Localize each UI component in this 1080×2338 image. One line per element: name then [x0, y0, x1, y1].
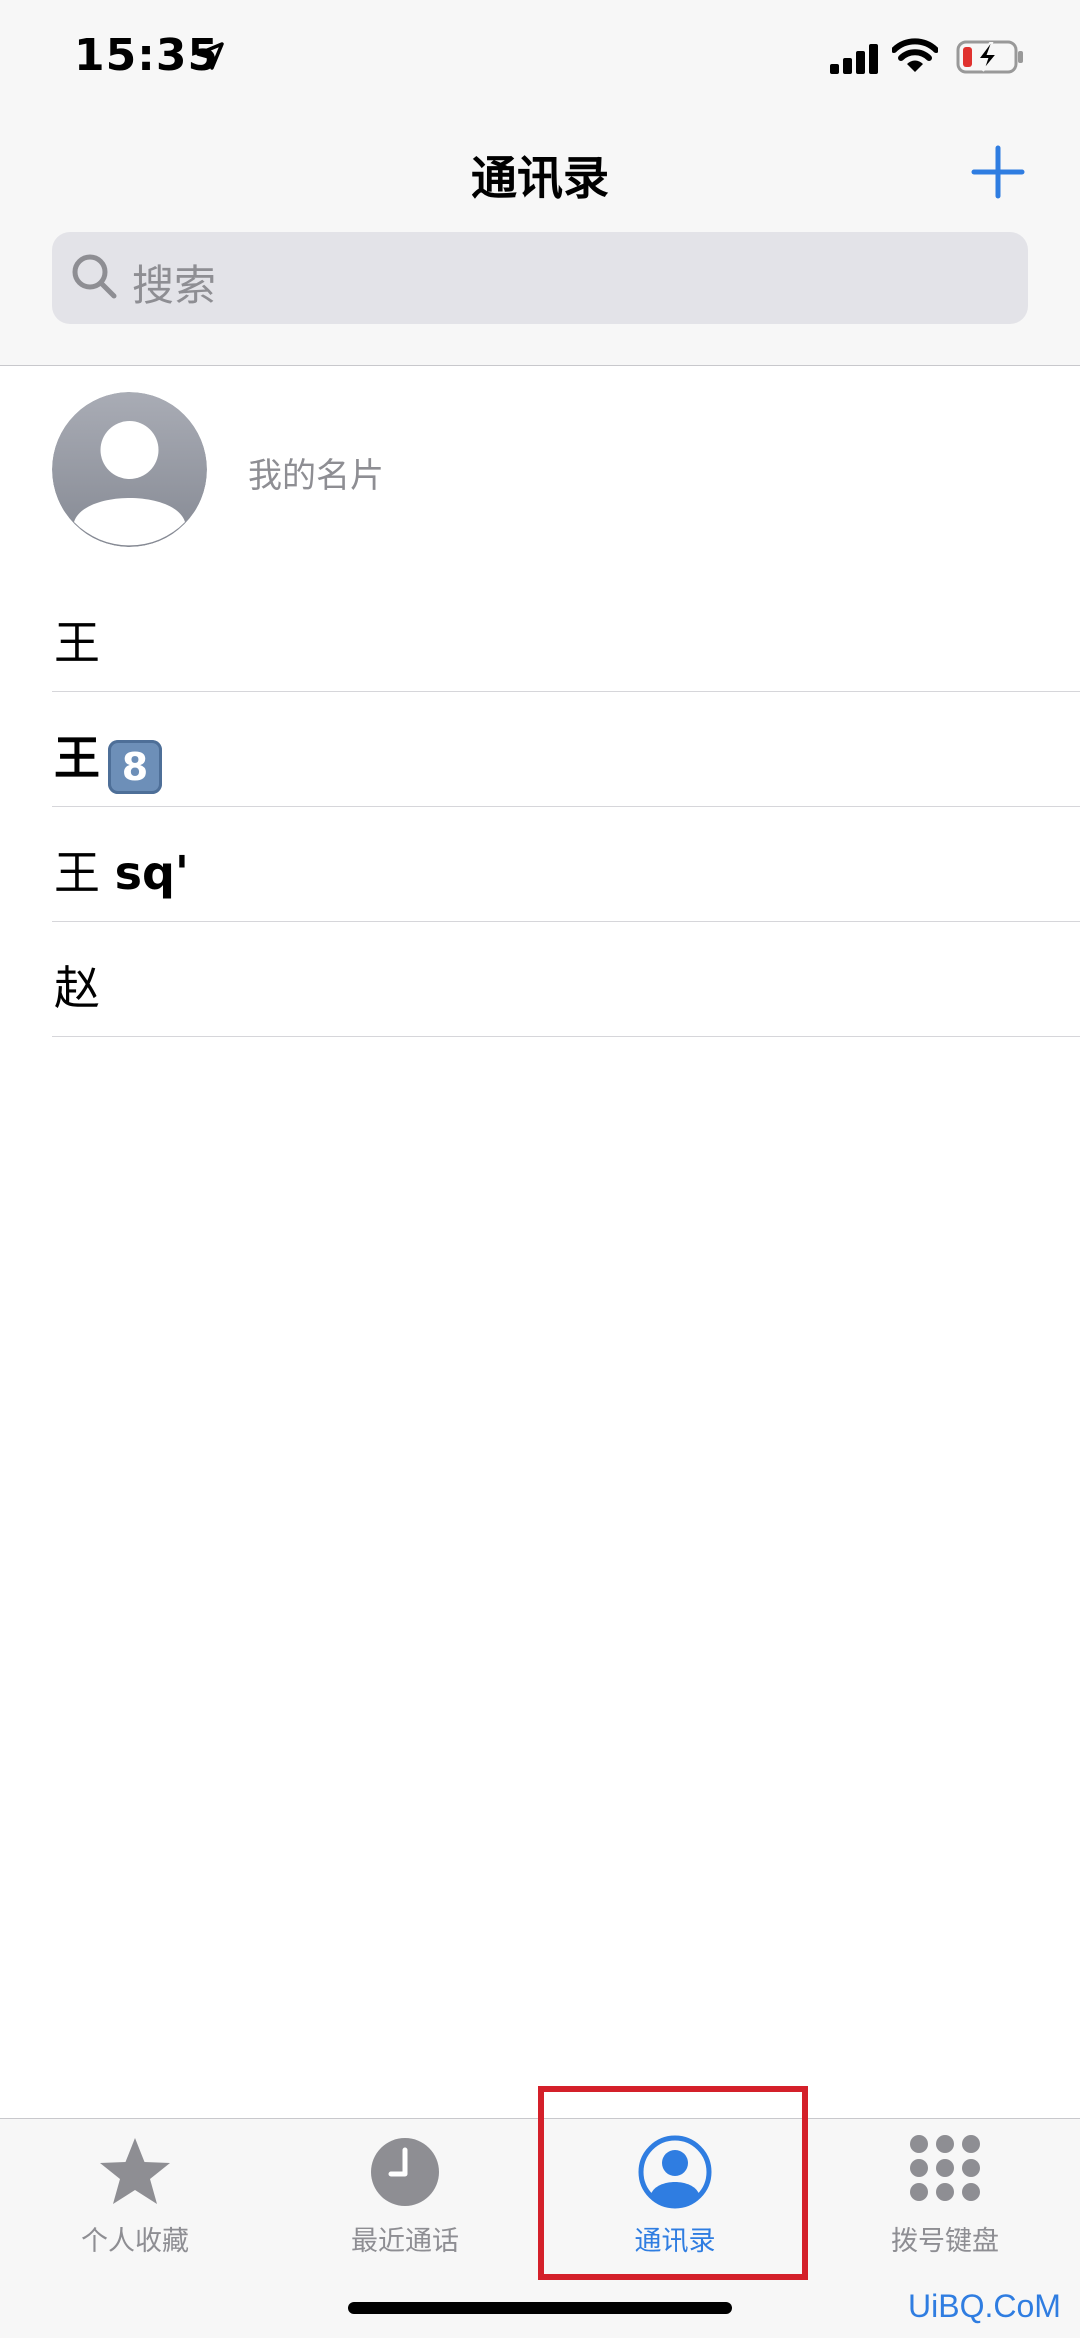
tab-recents[interactable]: 最近通话 — [270, 2119, 540, 2279]
my-card-row[interactable]: 我的名片 — [52, 392, 1080, 547]
contact-name: 赵 — [54, 961, 100, 1015]
contact-list: 王 王8 王 sq' 赵 — [52, 577, 1080, 1037]
contact-row[interactable]: 王 sq' — [52, 807, 1080, 922]
tab-keypad[interactable]: 拨号键盘 — [810, 2119, 1080, 2279]
cellular-signal-icon — [830, 44, 878, 74]
contact-row[interactable]: 王 — [52, 577, 1080, 692]
battery-charging-icon — [956, 40, 1023, 74]
keycap-8-emoji: 8 — [108, 740, 162, 794]
annotation-highlight-box — [538, 2086, 808, 2280]
page-title: 通讯录 — [471, 151, 609, 205]
tab-label: 最近通话 — [351, 2226, 459, 2257]
contact-row[interactable]: 王8 — [52, 692, 1080, 807]
search-icon — [72, 254, 117, 299]
add-contact-button[interactable] — [970, 144, 1026, 200]
location-arrow-icon — [196, 42, 224, 70]
contact-name-with-suffix: 王 sq' — [54, 837, 189, 903]
search-placeholder: 搜索 — [132, 261, 217, 310]
home-indicator[interactable] — [348, 2302, 732, 2314]
avatar-placeholder-icon — [52, 392, 207, 547]
my-card-label: 我的名片 — [248, 456, 384, 496]
tab-favorites[interactable]: 个人收藏 — [0, 2119, 270, 2279]
contact-name: 王 — [54, 731, 100, 785]
keypad-icon — [910, 2135, 980, 2201]
star-icon — [100, 2138, 170, 2204]
wifi-icon — [892, 38, 938, 72]
tab-label: 拨号键盘 — [891, 2226, 999, 2257]
contact-row[interactable]: 赵 — [52, 922, 1080, 1037]
navigation-bar: 通讯录 搜索 — [0, 120, 1080, 366]
contact-name: 王 — [54, 846, 100, 900]
contact-suffix: sq' — [114, 846, 190, 900]
status-bar: 15:35 — [0, 0, 1080, 120]
contact-name-with-badge: 王8 — [54, 722, 162, 794]
watermark: UiBQ.CoM — [908, 2288, 1061, 2324]
contact-name: 王 — [54, 616, 100, 670]
plus-icon — [971, 145, 1025, 199]
tab-label: 个人收藏 — [81, 2226, 189, 2257]
search-input[interactable]: 搜索 — [52, 232, 1028, 324]
clock-icon — [371, 2138, 439, 2206]
